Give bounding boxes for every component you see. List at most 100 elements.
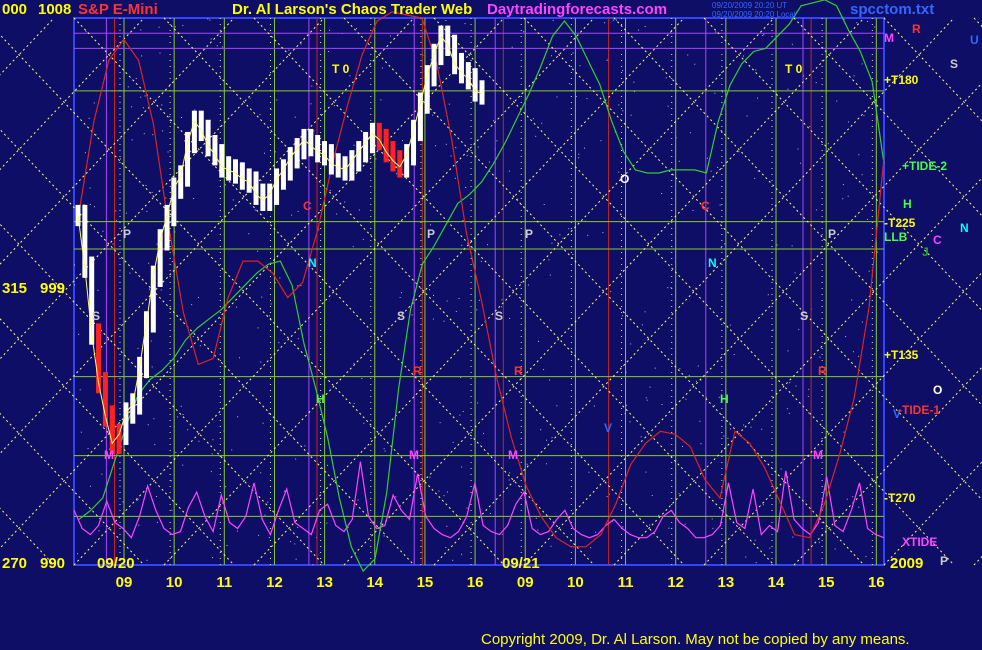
star-dot (78, 333, 80, 335)
star-dot (602, 232, 604, 234)
star-dot (788, 412, 790, 414)
star-dot (711, 518, 713, 520)
star-dot (97, 289, 99, 291)
right-label: R (912, 22, 921, 36)
right-label: P (940, 554, 948, 568)
planet-letter: R (413, 364, 422, 378)
star-dot (556, 405, 558, 407)
planet-letter: M (508, 448, 518, 462)
star-dot (755, 69, 757, 71)
star-dot (446, 300, 448, 302)
star-dot (411, 314, 413, 316)
star-dot (438, 67, 440, 69)
star-dot (321, 514, 323, 516)
star-dot (508, 170, 510, 172)
planet-letter: S (397, 309, 405, 323)
star-dot (353, 402, 355, 404)
star-dot (717, 166, 719, 168)
star-dot (98, 530, 100, 532)
star-dot (182, 413, 184, 415)
star-dot (216, 45, 218, 47)
x-tick-label: 14 (366, 574, 383, 591)
star-dot (333, 105, 335, 107)
star-dot (270, 108, 272, 110)
star-dot (853, 75, 855, 77)
website-label: Daytradingforecasts.com (487, 1, 668, 18)
star-dot (865, 556, 867, 558)
star-dot (466, 507, 468, 509)
star-dot (858, 154, 860, 156)
star-dot (439, 258, 441, 260)
star-dot (355, 28, 357, 30)
planet-letter: S (92, 309, 100, 323)
star-dot (363, 422, 365, 424)
star-dot (445, 20, 447, 22)
star-dot (145, 184, 147, 186)
star-dot (629, 421, 631, 423)
star-dot (863, 115, 865, 117)
star-dot (458, 297, 460, 299)
price-bar (246, 168, 252, 193)
x-tick-label: 16 (868, 574, 885, 591)
price-bar (212, 134, 218, 166)
file-name: spcctom.txt (850, 1, 935, 18)
star-dot (549, 379, 551, 381)
price-bar (205, 119, 211, 157)
star-dot (291, 214, 293, 216)
gann-line-up (973, 555, 982, 566)
star-dot (604, 22, 606, 24)
star-dot (780, 468, 782, 470)
price-bar (438, 25, 444, 66)
price-bar (376, 122, 382, 151)
star-dot (572, 254, 574, 256)
copyright-text: Copyright 2009, Dr. Al Larson. May not b… (481, 631, 910, 648)
price-bar (335, 153, 341, 178)
star-dot (762, 504, 764, 506)
gann-line-down (973, 17, 982, 28)
star-dot (198, 440, 200, 442)
star-dot (649, 386, 651, 388)
star-dot (297, 285, 299, 287)
star-dot (618, 104, 620, 106)
price-bar (185, 131, 191, 187)
star-dot (396, 173, 398, 175)
star-dot (787, 88, 789, 90)
top-price-label: 1008 (38, 1, 72, 18)
star-dot (310, 103, 312, 105)
star-dot (119, 158, 121, 160)
x-tick-label: 14 (768, 574, 785, 591)
star-dot (523, 31, 525, 33)
star-dot (262, 422, 264, 424)
star-dot (210, 38, 212, 40)
price-bar (280, 159, 286, 190)
star-dot (452, 441, 454, 443)
star-dot (288, 49, 290, 51)
star-dot (432, 318, 434, 320)
star-dot (757, 97, 759, 99)
star-dot (384, 450, 386, 452)
star-dot (445, 546, 447, 548)
right-label: H (903, 197, 912, 211)
right-label: -T270 (884, 491, 916, 505)
star-dot (687, 54, 689, 56)
planet-letter: V (604, 421, 612, 435)
star-dot (640, 436, 642, 438)
star-dot (143, 133, 145, 135)
star-dot (600, 140, 602, 142)
right-label: XTIDE (902, 535, 937, 549)
star-dot (352, 246, 354, 248)
star-dot (153, 418, 155, 420)
star-dot (115, 219, 117, 221)
star-dot (685, 398, 687, 400)
planet-letter: M (104, 448, 114, 462)
left-scale-label: 000 (2, 1, 28, 18)
star-dot (733, 354, 735, 356)
star-dot (159, 52, 161, 54)
star-dot (762, 35, 764, 37)
star-dot (260, 179, 262, 181)
star-dot (171, 509, 173, 511)
x-tick-label: 09 (517, 574, 534, 591)
star-dot (222, 377, 224, 379)
star-dot (724, 243, 726, 245)
star-dot (254, 209, 256, 211)
